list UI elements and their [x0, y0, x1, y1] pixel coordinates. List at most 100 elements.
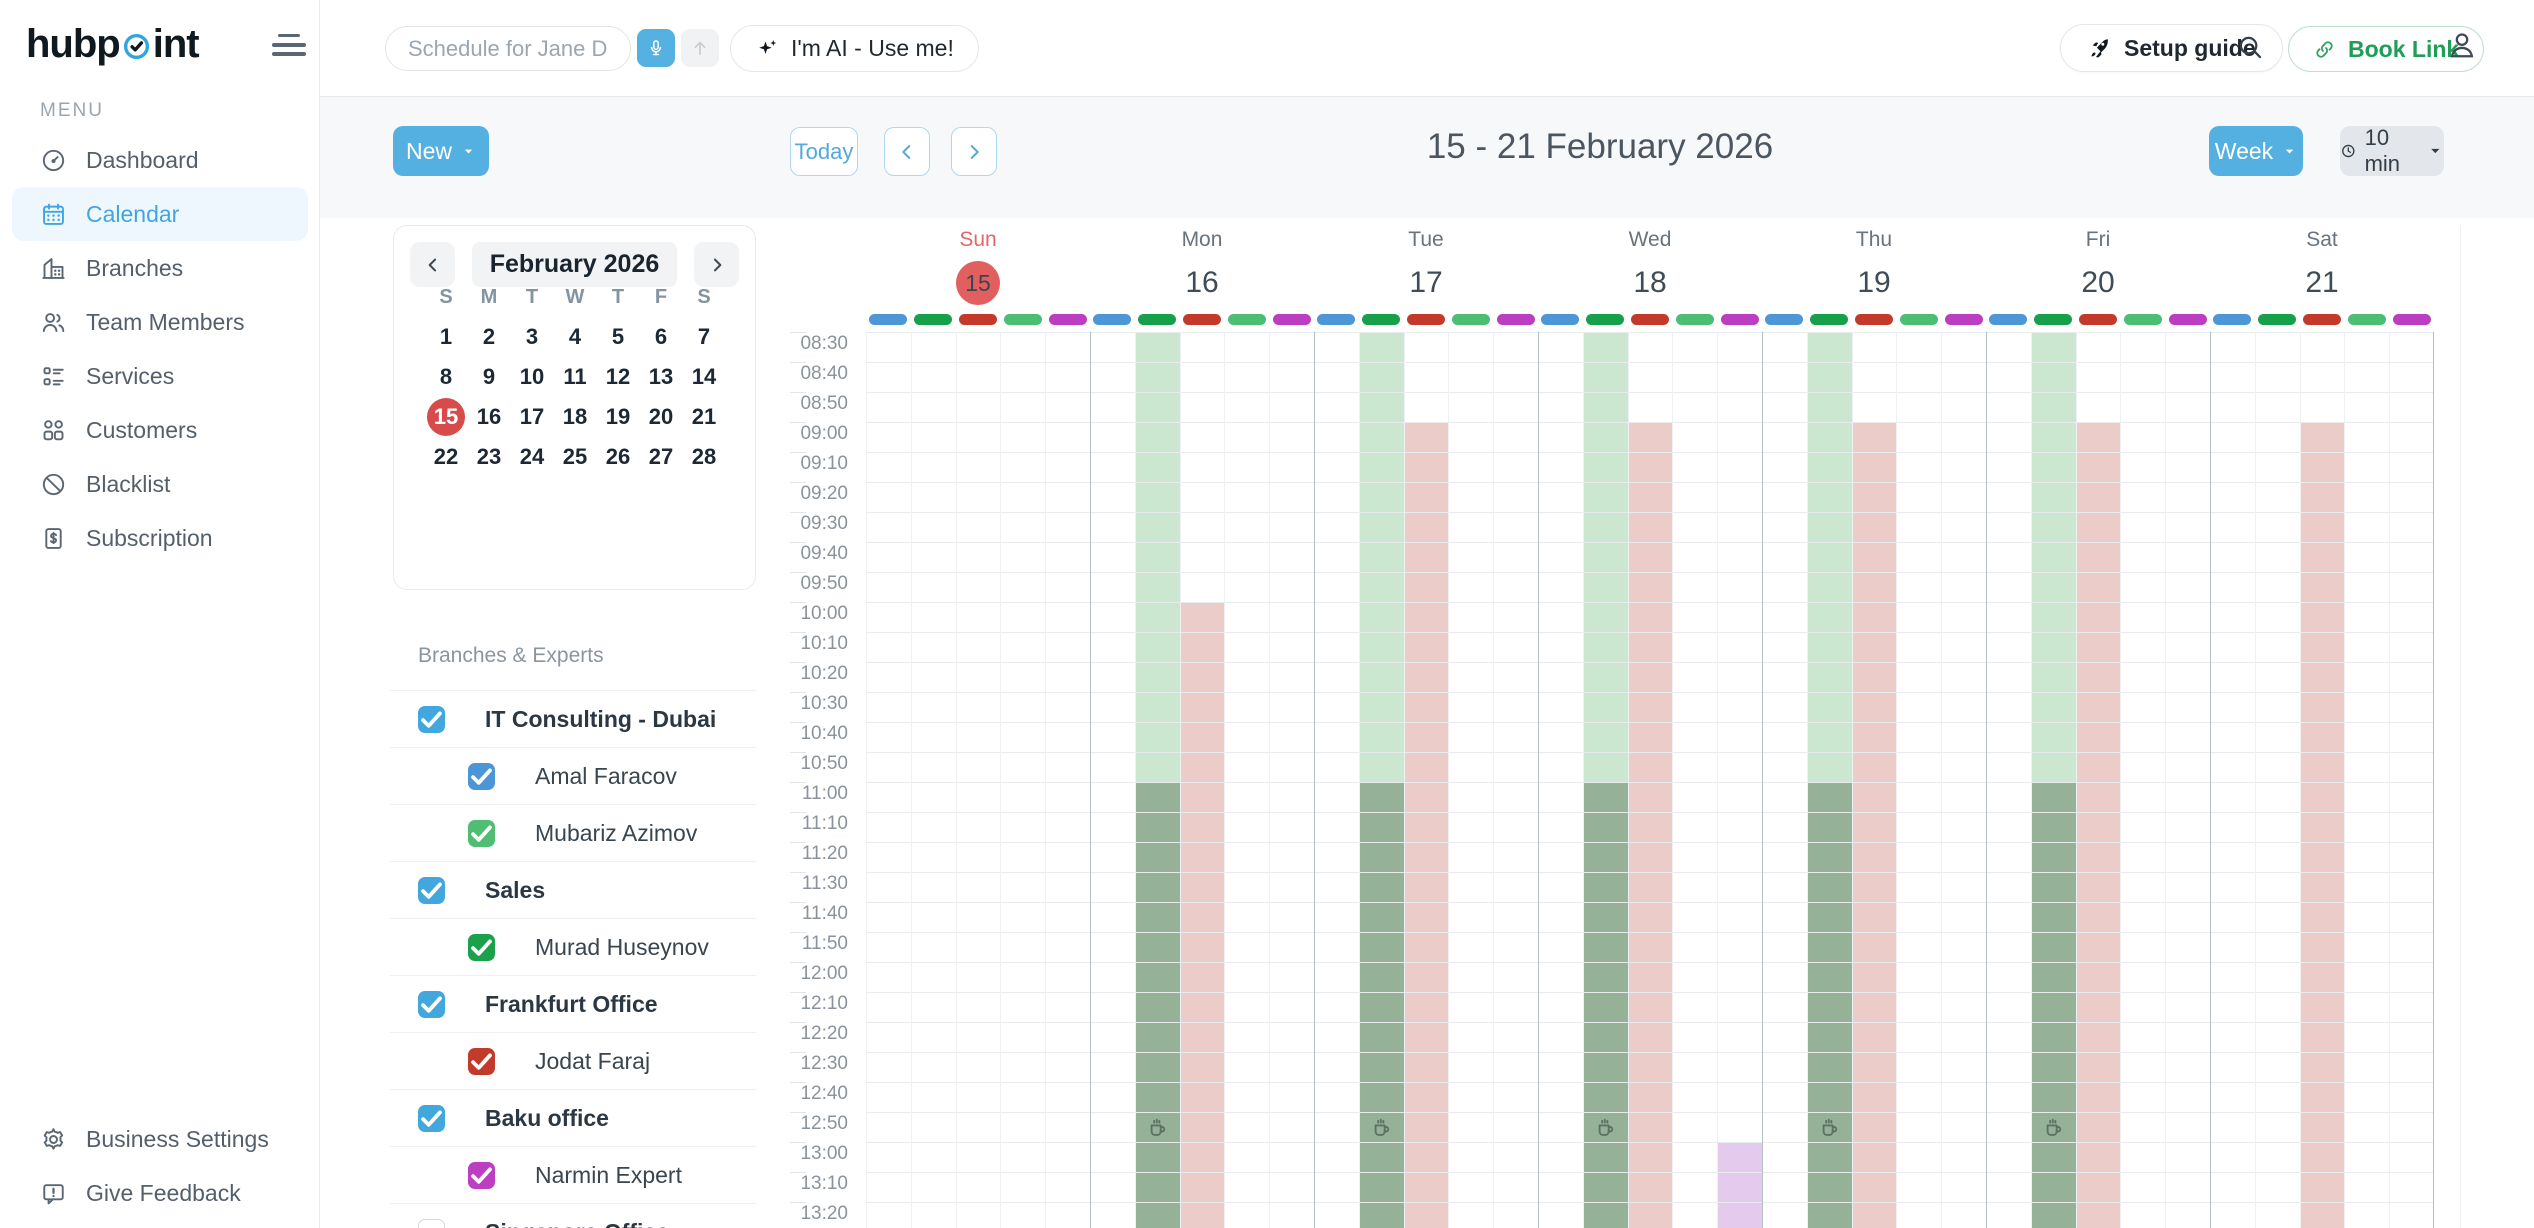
day-date[interactable]: 17 — [1314, 261, 1538, 305]
ai-assistant-button[interactable]: I'm AI - Use me! — [730, 25, 979, 72]
interval-selector-button[interactable]: 10 min — [2340, 126, 2444, 176]
mini-calendar-date[interactable]: 4 — [554, 317, 597, 357]
availability-wed-murad-huseynov[interactable] — [1584, 332, 1628, 782]
mini-calendar-next-button[interactable] — [694, 242, 739, 287]
week-grid[interactable] — [866, 332, 2434, 1228]
mini-calendar-date[interactable]: 11 — [554, 357, 597, 397]
availability-tue-murad-huseynov[interactable] — [1360, 332, 1404, 782]
mini-calendar-date[interactable]: 20 — [640, 397, 683, 437]
mini-calendar-date[interactable]: 28 — [683, 437, 726, 477]
mini-calendar-month-label[interactable]: February 2026 — [472, 242, 677, 287]
availability-mon-murad-huseynov[interactable] — [1136, 782, 1180, 1228]
sidebar-item-give-feedback[interactable]: Give Feedback — [12, 1166, 308, 1220]
availability-thu-murad-huseynov[interactable] — [1808, 332, 1852, 782]
branch-row-it-consulting-dubai: IT Consulting - Dubai — [390, 691, 756, 748]
mini-calendar-date[interactable]: 13 — [640, 357, 683, 397]
send-button[interactable] — [681, 29, 719, 67]
next-week-button[interactable] — [951, 127, 997, 176]
today-button[interactable]: Today — [790, 127, 858, 176]
checkbox-amal-faracov[interactable] — [468, 763, 495, 790]
mini-calendar-selected-date[interactable]: 15 — [427, 398, 465, 436]
expert-pill-jodat-faraj — [1407, 314, 1445, 325]
sidebar-item-services[interactable]: Services — [12, 349, 308, 403]
checkbox-mubariz-azimov[interactable] — [468, 820, 495, 847]
day-date[interactable]: 21 — [2210, 261, 2434, 305]
mini-calendar-date[interactable]: 23 — [468, 437, 511, 477]
checkbox-narmin-expert[interactable] — [468, 1162, 495, 1189]
mini-calendar-date[interactable]: 27 — [640, 437, 683, 477]
time-label: 10:50 — [768, 754, 848, 774]
sidebar-item-business-settings[interactable]: Business Settings — [12, 1112, 308, 1166]
sidebar-item-team-members[interactable]: Team Members — [12, 295, 308, 349]
checkbox-jodat-faraj[interactable] — [468, 1048, 495, 1075]
checkbox-singapore-office[interactable] — [418, 1219, 445, 1228]
availability-mon-jodat-faraj[interactable] — [1181, 602, 1225, 1228]
day-date[interactable]: 20 — [1986, 261, 2210, 305]
mini-calendar-date[interactable]: 16 — [468, 397, 511, 437]
hubpoint-logo[interactable]: hubp int — [26, 22, 199, 67]
mini-calendar-date[interactable]: 2 — [468, 317, 511, 357]
time-label: 12:50 — [768, 1114, 848, 1134]
mini-calendar-date[interactable]: 9 — [468, 357, 511, 397]
mini-calendar-date[interactable]: 10 — [511, 357, 554, 397]
checkbox-sales[interactable] — [418, 877, 445, 904]
branches-icon — [40, 255, 67, 282]
today-button-label: Today — [795, 139, 854, 165]
mini-calendar-date[interactable]: 15 — [425, 397, 468, 437]
mini-calendar-date[interactable]: 7 — [683, 317, 726, 357]
mini-calendar-date[interactable]: 14 — [683, 357, 726, 397]
mini-calendar-date[interactable]: 12 — [597, 357, 640, 397]
mini-calendar-date[interactable]: 17 — [511, 397, 554, 437]
availability-fri-murad-huseynov[interactable] — [2032, 782, 2076, 1228]
expert-pill-mubariz-azimov — [1004, 314, 1042, 325]
mini-calendar-date[interactable]: 24 — [511, 437, 554, 477]
availability-fri-murad-huseynov[interactable] — [2032, 332, 2076, 782]
user-profile-icon[interactable] — [2446, 29, 2478, 61]
mini-calendar-date[interactable]: 18 — [554, 397, 597, 437]
day-date[interactable]: 18 — [1538, 261, 1762, 305]
search-icon[interactable] — [2236, 33, 2264, 61]
calendar-icon — [40, 201, 67, 228]
ai-schedule-input[interactable] — [385, 26, 631, 71]
previous-week-button[interactable] — [884, 127, 930, 176]
mini-calendar-date[interactable]: 22 — [425, 437, 468, 477]
mini-calendar-date[interactable]: 5 — [597, 317, 640, 357]
mini-calendar-date[interactable]: 8 — [425, 357, 468, 397]
time-label: 08:40 — [768, 364, 848, 384]
mini-calendar-date[interactable]: 6 — [640, 317, 683, 357]
day-date[interactable]: 16 — [1090, 261, 1314, 305]
grid-subline — [1941, 332, 1942, 1228]
mini-calendar-date[interactable]: 3 — [511, 317, 554, 357]
mini-calendar-weekday: W — [554, 286, 597, 309]
availability-wed-murad-huseynov[interactable] — [1584, 782, 1628, 1228]
sidebar-item-branches[interactable]: Branches — [12, 241, 308, 295]
hamburger-menu-icon[interactable] — [272, 34, 306, 60]
availability-mon-murad-huseynov[interactable] — [1136, 332, 1180, 782]
day-name: Mon — [1090, 228, 1314, 252]
sidebar-item-customers[interactable]: Customers — [12, 403, 308, 457]
mic-button[interactable] — [637, 29, 675, 67]
grid-hline — [866, 1082, 2434, 1083]
sidebar-item-blacklist[interactable]: Blacklist — [12, 457, 308, 511]
mini-calendar-prev-button[interactable] — [410, 242, 455, 287]
grid-hline — [866, 662, 2434, 663]
new-button[interactable]: New — [393, 126, 489, 176]
sidebar-item-subscription[interactable]: Subscription — [12, 511, 308, 565]
checkbox-murad-huseynov[interactable] — [468, 934, 495, 961]
day-date[interactable]: 19 — [1762, 261, 1986, 305]
mini-calendar-date[interactable]: 26 — [597, 437, 640, 477]
checkbox-baku-office[interactable] — [418, 1105, 445, 1132]
checkbox-it-consulting-dubai[interactable] — [418, 706, 445, 733]
checkbox-frankfurt-office[interactable] — [418, 991, 445, 1018]
mini-calendar-date[interactable]: 1 — [425, 317, 468, 357]
mini-calendar-date[interactable]: 19 — [597, 397, 640, 437]
sidebar-item-dashboard[interactable]: Dashboard — [12, 133, 308, 187]
availability-tue-murad-huseynov[interactable] — [1360, 782, 1404, 1228]
today-date-badge[interactable]: 15 — [956, 261, 1000, 305]
availability-thu-murad-huseynov[interactable] — [1808, 782, 1852, 1228]
mini-calendar-date[interactable]: 21 — [683, 397, 726, 437]
view-selector-button[interactable]: Week — [2209, 126, 2303, 176]
availability-wed-narmin-expert[interactable] — [1718, 1142, 1762, 1228]
sidebar-item-calendar[interactable]: Calendar — [12, 187, 308, 241]
mini-calendar-date[interactable]: 25 — [554, 437, 597, 477]
